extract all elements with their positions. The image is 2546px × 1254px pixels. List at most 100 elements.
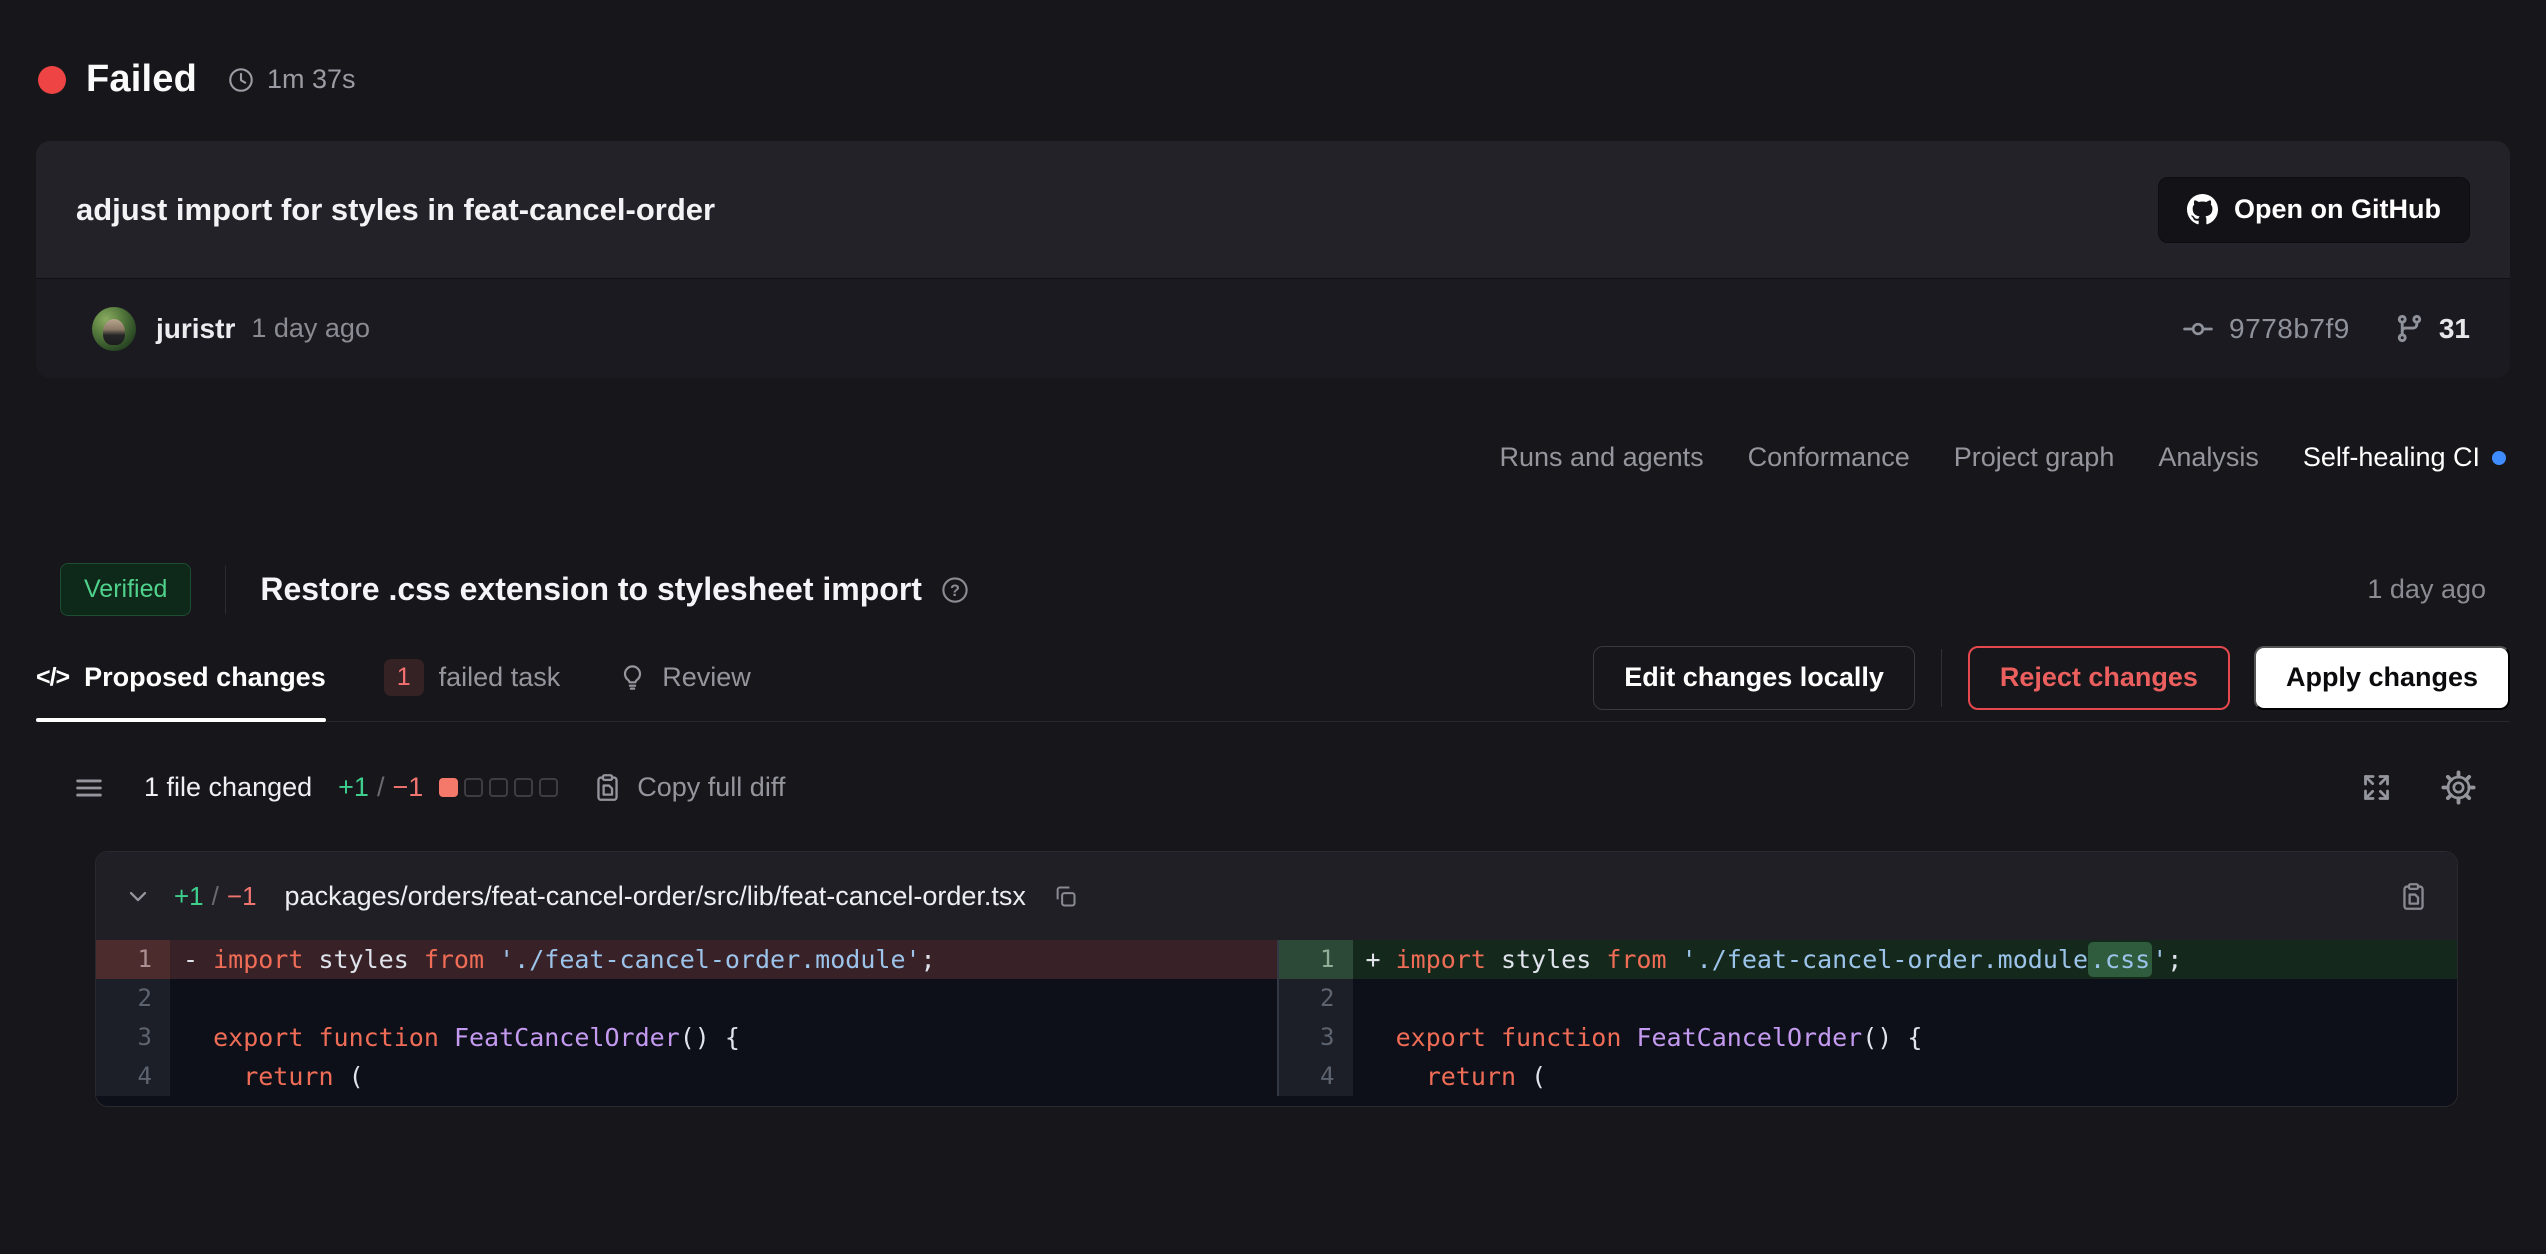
code-line: +import styles from './feat-cancel-order… (1353, 940, 2458, 979)
commit-sha-item[interactable]: 9778b7f9 (2181, 312, 2350, 346)
diff-line: 1-import styles from './feat-cancel-orde… (96, 940, 1277, 979)
files-changed-label: 1 file changed (144, 772, 312, 803)
line-number: 4 (1279, 1057, 1353, 1096)
fix-header-row: Verified Restore .css extension to style… (36, 563, 2510, 616)
clock-icon (227, 66, 255, 94)
fix-actions: Edit changes locally Reject changes Appl… (1593, 646, 2510, 710)
line-number: 1 (1279, 940, 1353, 979)
diff-pane-old: 1-import styles from './feat-cancel-orde… (96, 940, 1277, 1096)
page: Failed 1m 37s adjust import for styles i… (0, 0, 2546, 1254)
reject-changes-button[interactable]: Reject changes (1968, 646, 2230, 710)
code-icon: </> (36, 663, 69, 692)
copy-full-diff-label: Copy full diff (637, 772, 785, 803)
copy-path-icon[interactable] (1052, 883, 1079, 910)
edit-changes-locally-button[interactable]: Edit changes locally (1593, 646, 1915, 710)
nav-conformance[interactable]: Conformance (1748, 442, 1910, 473)
diff-pane-new: 1+import styles from './feat-cancel-orde… (1277, 940, 2458, 1096)
file-delta-separator: / (212, 881, 219, 912)
delta-separator: / (377, 772, 385, 803)
commit-sha: 9778b7f9 (2229, 313, 2350, 345)
diff-toolbar: 1 file changed +1 / −1 (36, 770, 2510, 805)
line-number: 3 (96, 1018, 170, 1057)
file-list-menu-icon[interactable] (72, 771, 106, 805)
code-line: -import styles from './feat-cancel-order… (170, 940, 1277, 979)
nav-runs-and-agents[interactable]: Runs and agents (1500, 442, 1704, 473)
file-path: packages/orders/feat-cancel-order/src/li… (285, 881, 1026, 912)
status-row: Failed 1m 37s (0, 0, 2546, 101)
file-deletions: −1 (227, 881, 257, 912)
help-icon[interactable]: ? (940, 575, 970, 605)
settings-gear-icon[interactable] (2441, 770, 2476, 805)
diff-block (514, 778, 533, 797)
commit-icon (2181, 312, 2215, 346)
workspace-nav: Runs and agents Conformance Project grap… (40, 442, 2506, 473)
avatar[interactable] (92, 307, 136, 351)
expand-icon[interactable] (2360, 771, 2393, 804)
diff-file-header[interactable]: +1 / −1 packages/orders/feat-cancel-orde… (96, 852, 2457, 940)
branch-count-item[interactable]: 31 (2394, 313, 2470, 345)
diff-line: 3export function FeatCancelOrder() { (96, 1018, 1277, 1057)
nav-analysis[interactable]: Analysis (2158, 442, 2259, 473)
code-line: return ( (1353, 1057, 2458, 1096)
fix-title: Restore .css extension to stylesheet imp… (260, 571, 922, 608)
branch-count: 31 (2439, 313, 2470, 345)
tab-failed-task[interactable]: 1 failed task (384, 634, 560, 721)
commit-title: adjust import for styles in feat-cancel-… (76, 192, 715, 228)
diff-block (489, 778, 508, 797)
diff-ratio-blocks (439, 778, 558, 797)
copy-full-diff-button[interactable]: Copy full diff (592, 772, 785, 803)
failed-task-count-badge: 1 (384, 659, 424, 696)
tab-proposed-changes-label: Proposed changes (84, 662, 326, 693)
diff-delta: +1 / −1 (338, 772, 423, 803)
tab-review-label: Review (662, 662, 751, 693)
failed-status-icon (38, 66, 66, 94)
open-on-github-button[interactable]: Open on GitHub (2158, 177, 2470, 243)
diff-line: 2 (96, 979, 1277, 1018)
diff-block (464, 778, 483, 797)
diff-block-filled (439, 778, 458, 797)
notification-dot (2492, 451, 2506, 465)
self-healing-panel: Verified Restore .css extension to style… (0, 563, 2546, 1107)
diff-file-card: +1 / −1 packages/orders/feat-cancel-orde… (95, 851, 2458, 1107)
lightbulb-icon (618, 663, 647, 692)
github-icon (2187, 194, 2218, 225)
commit-time: 1 day ago (251, 313, 370, 344)
diff-line: 4 return ( (96, 1057, 1277, 1096)
line-number: 3 (1279, 1018, 1353, 1057)
tab-proposed-changes[interactable]: </> Proposed changes (36, 634, 326, 721)
diff-line: 3export function FeatCancelOrder() { (1279, 1018, 2458, 1057)
git-branch-icon (2394, 313, 2425, 344)
additions-count: +1 (338, 772, 369, 803)
duration: 1m 37s (267, 64, 356, 95)
clipboard-icon (592, 772, 623, 803)
chevron-down-icon[interactable] (124, 882, 152, 910)
divider (1941, 649, 1942, 707)
line-number: 4 (96, 1057, 170, 1096)
author-name: juristr (156, 313, 235, 345)
nav-self-healing-ci-label: Self-healing CI (2303, 442, 2480, 473)
diff-line: 4 return ( (1279, 1057, 2458, 1096)
verified-badge: Verified (60, 563, 191, 616)
fix-time: 1 day ago (2367, 574, 2486, 605)
copy-file-diff-icon[interactable] (2398, 881, 2429, 912)
commit-card: adjust import for styles in feat-cancel-… (36, 141, 2510, 378)
divider (225, 566, 226, 614)
code-line: export function FeatCancelOrder() { (1353, 1018, 2458, 1057)
file-additions: +1 (174, 881, 204, 912)
nav-self-healing-ci[interactable]: Self-healing CI (2303, 442, 2506, 473)
line-number: 2 (1279, 979, 1353, 1018)
svg-text:?: ? (950, 581, 960, 599)
apply-changes-button[interactable]: Apply changes (2254, 646, 2510, 710)
tab-review[interactable]: Review (618, 634, 751, 721)
line-number: 1 (96, 940, 170, 979)
diff-line: 1+import styles from './feat-cancel-orde… (1279, 940, 2458, 979)
diff-split-view: 1-import styles from './feat-cancel-orde… (96, 940, 2457, 1106)
commit-card-meta: juristr 1 day ago 9778b7f9 (36, 278, 2510, 378)
github-button-label: Open on GitHub (2234, 194, 2441, 225)
status-label: Failed (86, 58, 197, 101)
line-number: 2 (96, 979, 170, 1018)
commit-card-header: adjust import for styles in feat-cancel-… (36, 141, 2510, 278)
code-line (1353, 979, 2458, 1018)
tab-failed-task-label: failed task (439, 662, 561, 693)
nav-project-graph[interactable]: Project graph (1954, 442, 2115, 473)
